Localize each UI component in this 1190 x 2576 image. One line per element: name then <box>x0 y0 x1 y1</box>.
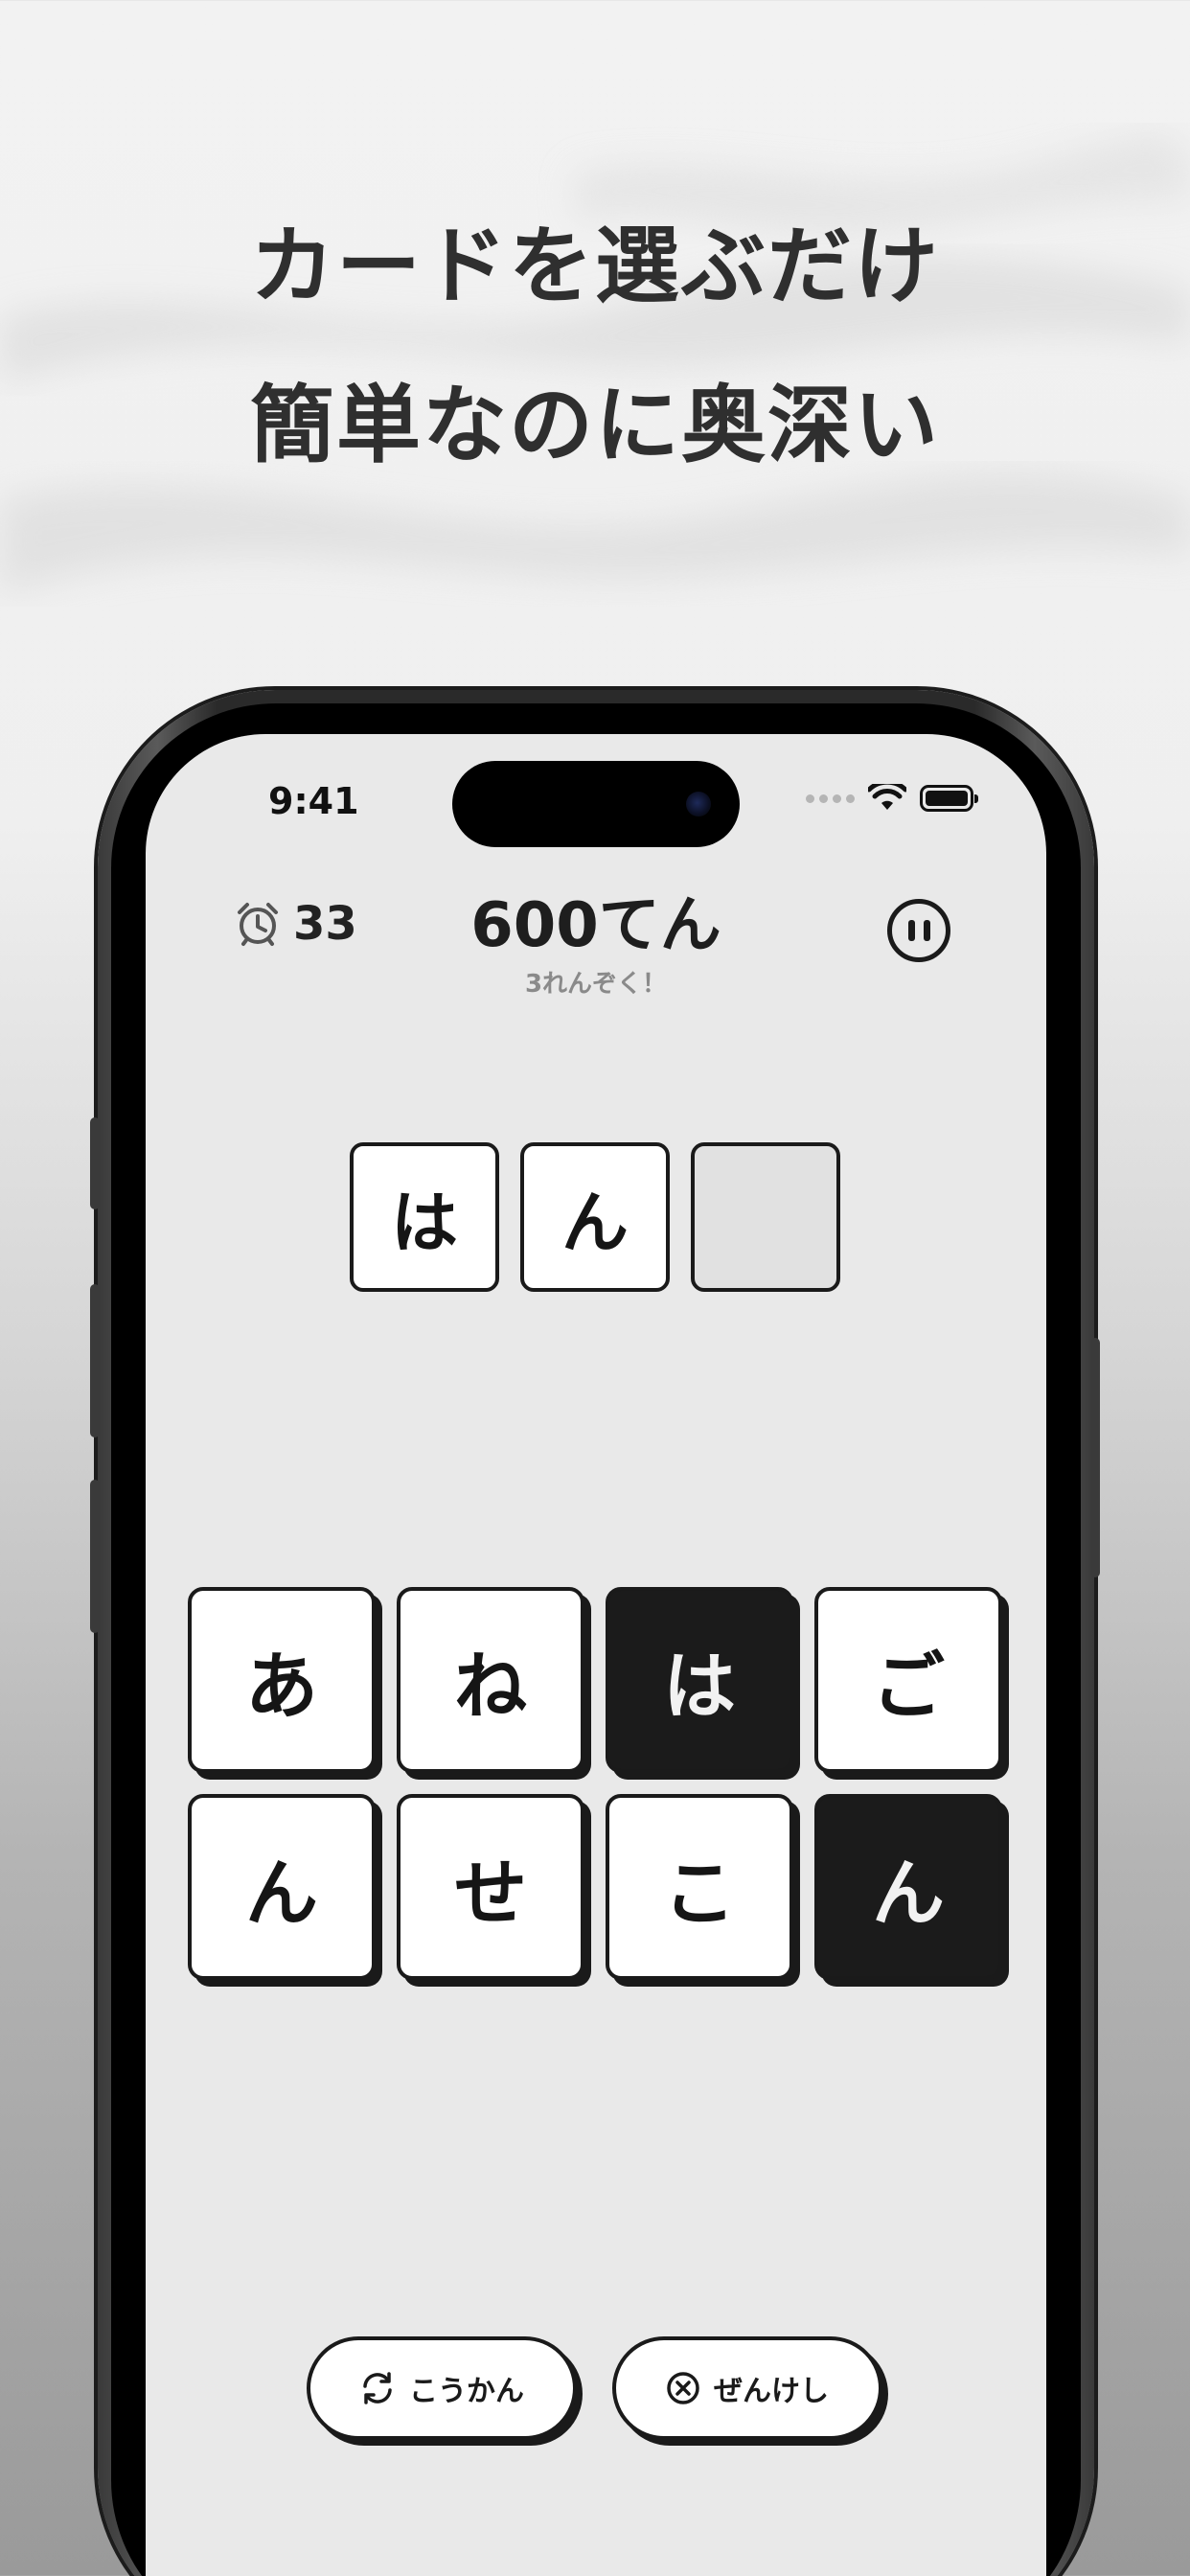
volume-up-button <box>90 1284 100 1438</box>
letter-card[interactable]: ん <box>188 1794 376 1980</box>
combo-label: 3れんぞく！ <box>524 970 668 999</box>
letter-card[interactable]: ね <box>397 1587 584 1773</box>
pause-button[interactable] <box>887 899 950 962</box>
action-button <box>90 1117 100 1209</box>
refresh-icon <box>363 2372 392 2404</box>
word-slot[interactable]: ん <box>520 1142 670 1292</box>
side-button <box>1090 1338 1100 1577</box>
pause-icon <box>907 920 915 941</box>
swap-button[interactable]: こうかん <box>307 2336 577 2440</box>
status-time: 9:41 <box>268 780 359 822</box>
letter-card[interactable]: せ <box>397 1794 584 1980</box>
dynamic-island <box>452 761 740 847</box>
phone-screen: 9:41 33 600てん 3れんぞく！ は ん あ ね は ご ん せ こ ん… <box>146 734 1046 2576</box>
headline-line-1: カードを選ぶだけ <box>249 217 940 315</box>
letter-card[interactable]: こ <box>606 1794 793 1980</box>
close-circle-icon <box>667 2372 699 2404</box>
wifi-icon <box>868 784 906 810</box>
letter-card-selected[interactable]: は <box>606 1587 793 1773</box>
camera-icon <box>686 792 711 816</box>
clear-all-button-label: ぜんけし <box>714 2375 829 2408</box>
letter-card[interactable]: あ <box>188 1587 376 1773</box>
clear-all-button[interactable]: ぜんけし <box>612 2336 882 2440</box>
headline-line-2: 簡単なのに奥深い <box>249 376 940 474</box>
card-grid: あ ね は ご ん せ こ ん <box>188 1587 1002 1980</box>
word-slot-empty[interactable] <box>691 1142 840 1292</box>
letter-card-selected[interactable]: ん <box>814 1794 1002 1980</box>
word-slots: は ん <box>350 1142 840 1292</box>
word-slot[interactable]: は <box>350 1142 499 1292</box>
signal-icon <box>806 794 855 803</box>
status-icons <box>806 784 978 813</box>
battery-icon <box>920 785 978 812</box>
swap-button-label: こうかん <box>409 2375 524 2408</box>
pause-icon <box>923 920 930 941</box>
letter-card[interactable]: ご <box>814 1587 1002 1773</box>
volume-down-button <box>90 1480 100 1633</box>
